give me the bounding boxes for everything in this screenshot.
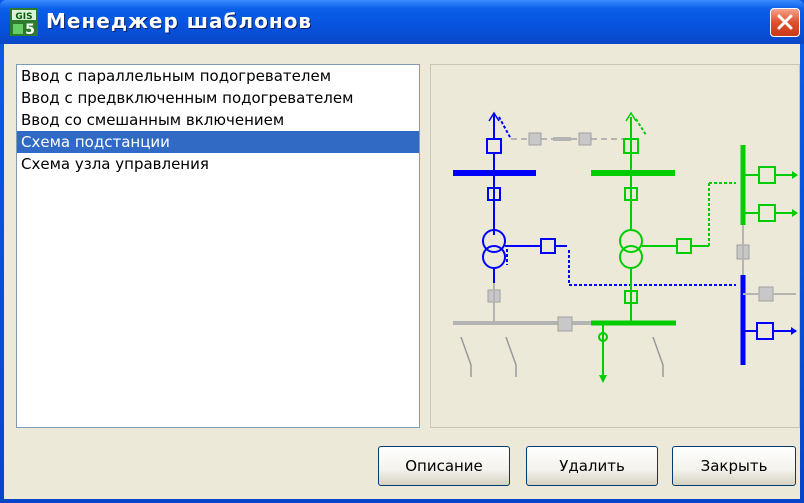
delete-button[interactable]: Удалить (526, 446, 658, 486)
list-item[interactable]: Ввод с предвключенным подогревателем (17, 87, 419, 109)
svg-text:GIS: GIS (15, 12, 32, 22)
template-manager-window: GIS 5 Менеджер шаблонов Ввод с параллель… (0, 0, 804, 503)
describe-button[interactable]: Описание (378, 446, 510, 486)
list-item-selected[interactable]: Схема подстанции (17, 131, 419, 153)
list-item[interactable]: Схема узла управления (17, 153, 419, 175)
window-title: Менеджер шаблонов (46, 9, 313, 33)
close-icon (777, 14, 793, 30)
title-bar[interactable]: GIS 5 Менеджер шаблонов (0, 0, 804, 44)
list-item[interactable]: Ввод с параллельным подогревателем (17, 65, 419, 87)
list-item[interactable]: Ввод со смешанным включением (17, 109, 419, 131)
substation-diagram (453, 111, 798, 383)
template-preview (430, 64, 800, 428)
close-button[interactable]: Закрыть (672, 446, 796, 486)
dialog-body: Ввод с параллельным подогревателем Ввод … (4, 44, 800, 499)
gis-app-icon: GIS 5 (10, 8, 38, 36)
template-list[interactable]: Ввод с параллельным подогревателем Ввод … (16, 64, 420, 428)
close-window-button[interactable] (770, 8, 800, 37)
svg-text:5: 5 (25, 22, 35, 36)
